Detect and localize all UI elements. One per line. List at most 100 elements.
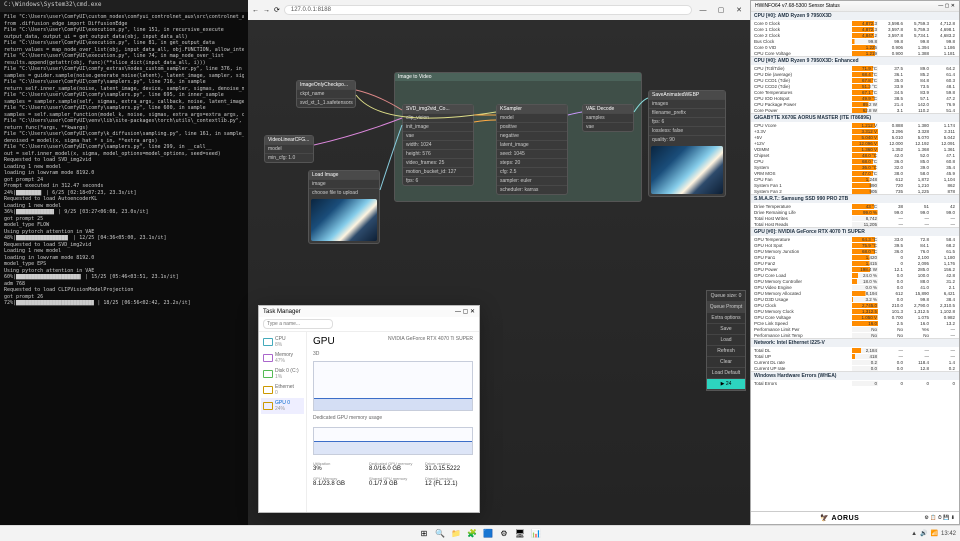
sensor-section-header[interactable]: Windows Hardware Errors (WHEA) (751, 371, 959, 380)
load-default-button[interactable]: Load Default (707, 368, 745, 379)
taskbar-app-icon[interactable]: ⚙ (498, 528, 510, 540)
taskbar-app-icon[interactable]: 🧩 (466, 528, 478, 540)
sensor-row[interactable]: GPU Memory Junction68.0 °C36.076.061.5 (751, 248, 959, 254)
sidebar-item-memory[interactable]: Memory47% (261, 350, 304, 366)
refresh-button[interactable]: Refresh (707, 346, 745, 357)
sensor-section-header[interactable]: GPU [#0]: NVIDIA GeForce RTX 4070 Ti SUP… (751, 227, 959, 236)
sensor-row[interactable]: Total Errors0000 (751, 380, 959, 386)
sidebar-item-ethernet[interactable]: Ethernet0 (261, 382, 304, 398)
sensor-row[interactable]: CPU Die (average)68.4 °C36.185.261.4 (751, 71, 959, 77)
sensor-row[interactable]: Performance Limit PwrNoNoYes— (751, 326, 959, 332)
sensor-row[interactable]: System Fan 18907201,210862 (751, 182, 959, 188)
sensor-row[interactable]: Chipset48.0 °C42.052.047.1 (751, 152, 959, 158)
sensor-row[interactable]: +5V5.040 V5.0105.0705.042 (751, 134, 959, 140)
node-vae-decode[interactable]: VAE Decode samples vae (582, 104, 634, 132)
group-header[interactable]: Image to Video (395, 73, 641, 81)
sensor-row[interactable]: GPU Clock2,745.0210.02,790.02,310.5 (751, 302, 959, 308)
sensor-row[interactable]: GPU Fan21,41502,0951,176 (751, 260, 959, 266)
back-icon[interactable]: ← (252, 7, 259, 14)
sensor-row[interactable]: CPU CCD2 (Tdie)51.3 °C33.973.548.1 (751, 83, 959, 89)
load-button[interactable]: Load (707, 335, 745, 346)
queue-prompt-button[interactable]: Queue Prompt (707, 302, 745, 313)
search-input[interactable] (263, 319, 333, 329)
sensor-row[interactable]: Core 1 Clock4,872.33,597.85,759.34,698.1 (751, 26, 959, 32)
sensor-row[interactable]: Core 2 Clock4,847.23,597.85,734.14,683.2 (751, 32, 959, 38)
taskmgr-titlebar[interactable]: Task Manager — ▢ ✕ (259, 306, 479, 317)
sensor-row[interactable]: Drive Remaining Life99.0 %99.099.099.0 (751, 209, 959, 215)
hwinfo-sensor-list[interactable]: CPU [#0]: AMD Ryzen 9 7950X3DCore 0 Cloc… (751, 11, 959, 511)
node-header[interactable]: VideoLinearCFG... (265, 136, 313, 144)
sensor-row[interactable]: GPU Video Engine0.0 %0.041.02.1 (751, 284, 959, 290)
maximize-button[interactable]: ▢ (945, 3, 950, 9)
sensor-row[interactable]: Bus Clock99.899.899.899.8 (751, 38, 959, 44)
close-button[interactable]: ✕ (732, 5, 746, 15)
clear-button[interactable]: Clear (707, 357, 745, 368)
extra-options[interactable]: Extra options (707, 313, 745, 324)
sensor-row[interactable]: CPU Vcore1.212 V0.8881.3801.174 (751, 122, 959, 128)
sensor-section-header[interactable]: CPU [#0]: AMD Ryzen 9 7950X3D (751, 11, 959, 20)
sensor-row[interactable]: CPU CCD1 (Tdie)67.8 °C35.084.860.3 (751, 77, 959, 83)
sensor-row[interactable]: Total Host Writes8,742——— (751, 215, 959, 221)
sensor-row[interactable]: CPU IOD Hotspot49.9 °C38.557.147.2 (751, 95, 959, 101)
sensor-row[interactable]: Core 0 VID1.2250.9061.3941.186 (751, 44, 959, 50)
taskbar-app-icon[interactable]: ⊞ (418, 528, 430, 540)
sensor-row[interactable]: Total Host Reads11,205——— (751, 221, 959, 227)
sensor-row[interactable]: VDIMM1.360 V1.3521.3681.361 (751, 146, 959, 152)
sensor-section-header[interactable]: Network: Intel Ethernet I225-V (751, 338, 959, 347)
node-save[interactable]: SaveAnimatedWEBP images filename_prefix … (648, 90, 726, 197)
sensor-row[interactable]: GPU Temperature64.3 °C33.072.858.4 (751, 236, 959, 242)
node-header[interactable]: SaveAnimatedWEBP (649, 91, 725, 99)
sidebar-item-cpu[interactable]: CPU8% (261, 334, 304, 350)
node-header[interactable]: VAE Decode (583, 105, 633, 113)
close-button[interactable]: ✕ (470, 309, 475, 315)
sensor-row[interactable]: System Fan 29057351,225878 (751, 188, 959, 194)
sensor-row[interactable]: PCIe Link Speed16.02.516.013.2 (751, 320, 959, 326)
sensor-row[interactable]: System36.0 °C32.039.035.4 (751, 164, 959, 170)
sensor-row[interactable]: Drive Temperature43 °C385142 (751, 203, 959, 209)
sensor-row[interactable]: CPU Core Voltage1.2190.9001.3881.181 (751, 50, 959, 56)
maximize-button[interactable]: ▢ (463, 309, 469, 315)
windows-taskbar[interactable]: ⊞🔍📁🧩🟦⚙🖥📊 ▲🔊📶13:42 (0, 525, 960, 541)
node-header[interactable]: KSampler (497, 105, 567, 113)
forward-icon[interactable]: → (263, 7, 270, 14)
sidebar-item-gpu-0[interactable]: GPU 024% (261, 398, 304, 414)
sensor-row[interactable]: CPU68.0 °C36.085.060.8 (751, 158, 959, 164)
sensor-row[interactable]: Current DL rate0.20.0118.41.4 (751, 359, 959, 365)
sensor-row[interactable]: +12V12.096 V12.00012.19212.091 (751, 140, 959, 146)
reload-icon[interactable]: ⟳ (274, 6, 280, 14)
sensor-row[interactable]: GPU Memory Allocated8,19461215,8906,421 (751, 290, 959, 296)
taskbar-app-icon[interactable]: 🖥 (514, 528, 526, 540)
minimize-button[interactable]: — (455, 309, 461, 315)
taskbar-app-icon[interactable]: 📊 (530, 528, 542, 540)
maximize-button[interactable]: ▢ (714, 5, 728, 15)
taskbar-app-icon[interactable]: 📁 (450, 528, 462, 540)
sensor-row[interactable]: +3.3V3.312 V3.2963.3283.311 (751, 128, 959, 134)
sensor-row[interactable]: GPU Power198.4 W12.1285.0156.2 (751, 266, 959, 272)
sensor-section-header[interactable]: CPU [#0]: AMD Ryzen 9 7950X3D: Enhanced (751, 56, 959, 65)
sensor-row[interactable]: GPU Fan11,42002,1001,180 (751, 254, 959, 260)
tray-item[interactable]: 📶 (931, 530, 938, 537)
sensor-row[interactable]: Core Power62.8 W3.1110.251.4 (751, 107, 959, 113)
node-header[interactable]: Load Image (309, 171, 379, 179)
sensor-row[interactable]: GPU Core Load24.0 %0.0100.042.8 (751, 272, 959, 278)
sensor-row[interactable]: GPU D3D Usage3.2 %0.099.838.4 (751, 296, 959, 302)
system-tray[interactable]: ▲🔊📶13:42 (911, 530, 956, 537)
address-bar[interactable]: 127.0.0.1:8188 (284, 5, 692, 15)
node-header[interactable]: ImageOnlyCheckpo... (297, 81, 355, 89)
hwinfo-titlebar[interactable]: HWiNFO64 v7.68-5300 Sensor Status — ▢ ✕ (751, 1, 959, 11)
node-load-image[interactable]: Load Image image choose file to upload (308, 170, 380, 244)
sensor-section-header[interactable]: GIGABYTE X670E AORUS MASTER (ITE IT8689E… (751, 113, 959, 122)
node-model-loader[interactable]: ImageOnlyCheckpo... ckpt_name svd_xt_1_1… (296, 80, 356, 108)
sensor-row[interactable]: GPU Hot Spot75.9 °C39.584.168.2 (751, 242, 959, 248)
node-svd[interactable]: SVD_img2vid_Co... clip_vision init_image… (402, 104, 474, 186)
sensor-section-header[interactable]: S.M.A.R.T.: Samsung SSD 990 PRO 2TB (751, 194, 959, 203)
close-button[interactable]: ✕ (951, 3, 955, 9)
sensor-row[interactable]: CPU Fan1,2486121,8721,104 (751, 176, 959, 182)
sensor-row[interactable]: CPU Package Power89.2 W21.4142.076.9 (751, 101, 959, 107)
minimize-button[interactable]: — (938, 3, 943, 9)
sensor-row[interactable]: Total UP418——— (751, 353, 959, 359)
node-ksampler[interactable]: KSampler model positive negative latent_… (496, 104, 568, 195)
node-cond[interactable]: VideoLinearCFG... model min_cfg: 1.0 (264, 135, 314, 163)
sensor-row[interactable]: CPU (Tctl/Tdie)71.9 °C37.589.064.2 (751, 65, 959, 71)
terminal-titlebar[interactable]: C:\Windows\System32\cmd.exe (0, 0, 248, 12)
